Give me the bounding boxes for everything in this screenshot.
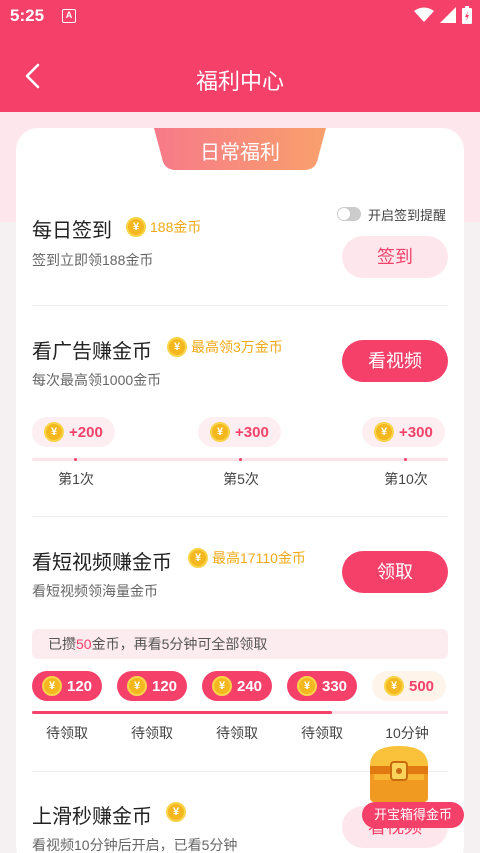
divider — [32, 305, 448, 306]
battery-icon — [462, 6, 472, 24]
ribbon-label: 日常福利 — [200, 142, 280, 164]
coin-icon: ¥ — [212, 676, 232, 696]
checkin-title: 每日签到 — [32, 220, 112, 242]
coin-icon: ¥ — [384, 676, 404, 696]
progress-dot — [239, 458, 242, 461]
checkin-reward-text: 188金币 — [150, 219, 202, 235]
coin-icon: ¥ — [127, 676, 147, 696]
swipe-reward: ¥ — [166, 802, 186, 822]
title-bar: 福利中心 — [0, 34, 480, 112]
checkin-reminder-toggle[interactable] — [337, 207, 361, 221]
shortvideo-step-amount: 240 — [237, 677, 263, 695]
app-notification-icon: A — [62, 9, 76, 23]
ads-step-pill: ¥ +300 — [362, 417, 445, 447]
ads-title: 看广告赚金币 — [32, 341, 152, 363]
wifi-icon — [414, 7, 434, 22]
coin-icon: ¥ — [126, 217, 146, 237]
ads-reward: ¥ 最高领3万金币 — [167, 337, 283, 357]
shortvideo-step-pill[interactable]: ¥ 120 — [32, 671, 103, 701]
checkin-reminder-label: 开启签到提醒 — [368, 208, 447, 223]
notice-amount: 50 — [76, 636, 92, 652]
daily-welfare-ribbon: 日常福利 — [154, 128, 326, 170]
ads-step-pill: ¥ +300 — [198, 417, 281, 447]
shortvideo-step-amount: 120 — [67, 677, 93, 695]
ads-step-amount: +200 — [69, 423, 103, 441]
shortvideo-step-amount: 330 — [322, 677, 348, 695]
coin-icon: ¥ — [188, 548, 208, 568]
shortvideo-step-label: 待领取 — [301, 725, 343, 741]
shortvideo-step-amount: 500 — [409, 677, 435, 695]
ads-step-label: 第1次 — [58, 471, 94, 487]
shortvideo-step-label: 10分钟 — [385, 725, 429, 741]
shortvideo-step-pill[interactable]: ¥ 240 — [202, 671, 273, 701]
page-title: 福利中心 — [195, 69, 284, 94]
shortvideo-step-amount: 120 — [152, 677, 178, 695]
swipe-title: 上滑秒赚金币 — [32, 806, 152, 828]
ads-reward-text: 最高领3万金币 — [191, 339, 283, 355]
coin-icon: ¥ — [167, 337, 187, 357]
status-bar: 5:25 A — [0, 0, 480, 34]
shortvideo-step-label: 待领取 — [46, 725, 88, 741]
divider — [32, 516, 448, 517]
signal-icon — [440, 7, 456, 23]
shortvideo-progress-fill — [32, 711, 332, 714]
shortvideo-reward: ¥ 最高17110金币 — [188, 548, 306, 568]
ads-step-amount: +300 — [235, 423, 269, 441]
status-time: 5:25 — [10, 6, 45, 25]
checkin-button[interactable]: 签到 — [342, 236, 448, 278]
shortvideo-step-pill[interactable]: ¥ 330 — [287, 671, 358, 701]
shortvideo-subtitle: 看短视频领海量金币 — [32, 583, 158, 599]
shortvideo-reward-text: 最高17110金币 — [212, 550, 306, 566]
coin-icon: ¥ — [297, 676, 317, 696]
coin-icon: ¥ — [210, 422, 230, 442]
watch-video-button[interactable]: 看视频 — [342, 340, 448, 382]
progress-dot — [404, 458, 407, 461]
coin-icon: ¥ — [166, 802, 186, 822]
shortvideo-step-pill-locked: ¥ 500 — [372, 671, 447, 701]
checkin-subtitle: 签到立即领188金币 — [32, 252, 154, 268]
checkin-reward: ¥ 188金币 — [126, 217, 201, 237]
shortvideo-notice: 已攒50金币，再看5分钟可全部领取 — [32, 629, 448, 659]
treasure-chest-icon[interactable] — [366, 744, 432, 804]
coin-icon: ¥ — [374, 422, 394, 442]
system-icons — [414, 6, 472, 24]
swipe-subtitle: 看视频10分钟后开启，已看5分钟 — [32, 837, 238, 853]
claim-button[interactable]: 领取 — [342, 551, 448, 593]
coin-icon: ¥ — [42, 676, 62, 696]
coin-icon: ¥ — [44, 422, 64, 442]
treasure-chest-label[interactable]: 开宝箱得金币 — [362, 802, 464, 828]
notice-suffix: 金币，再看5分钟可全部领取 — [91, 636, 268, 652]
ads-step-label: 第10次 — [384, 471, 428, 487]
ads-step-amount: +300 — [399, 423, 433, 441]
ads-step-pill: ¥ +200 — [32, 417, 115, 447]
shortvideo-step-label: 待领取 — [216, 725, 258, 741]
notice-prefix: 已攒 — [48, 636, 76, 652]
shortvideo-step-pill[interactable]: ¥ 120 — [117, 671, 188, 701]
shortvideo-title: 看短视频赚金币 — [32, 552, 172, 574]
ads-subtitle: 每次最高领1000金币 — [32, 372, 162, 388]
shortvideo-step-label: 待领取 — [131, 725, 173, 741]
ads-step-label: 第5次 — [223, 471, 259, 487]
progress-dot — [74, 458, 77, 461]
